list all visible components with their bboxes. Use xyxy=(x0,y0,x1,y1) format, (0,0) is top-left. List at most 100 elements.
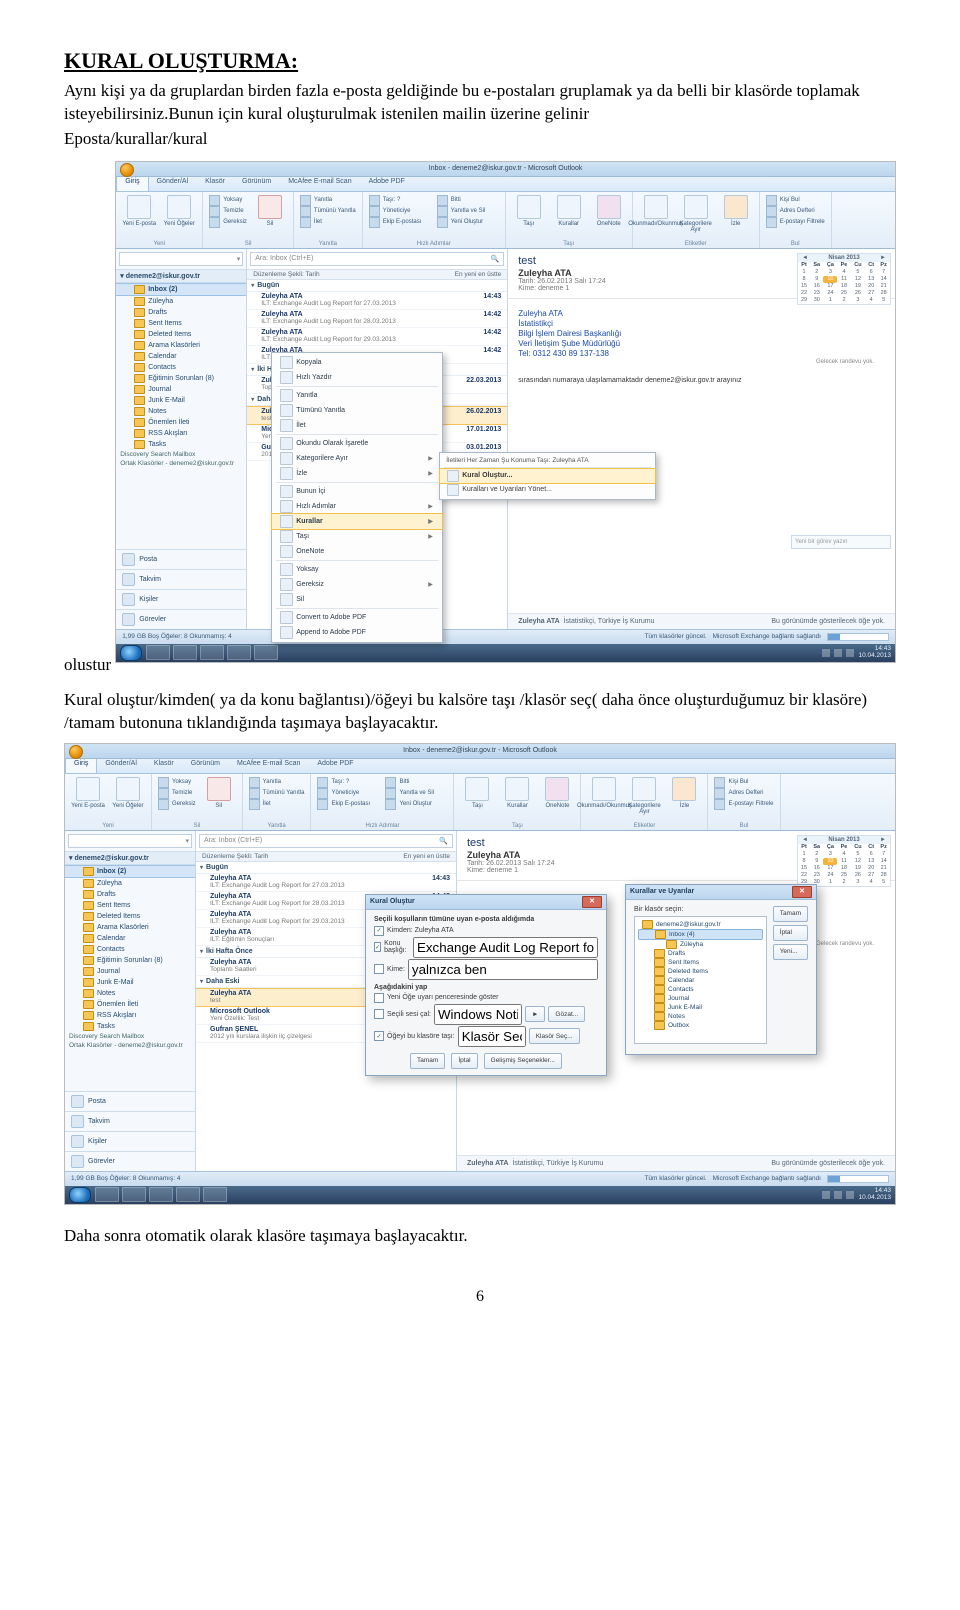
nav-folder[interactable]: Züleyha xyxy=(116,296,246,307)
folder-tree-item[interactable]: Drafts xyxy=(638,949,763,958)
message-item[interactable]: Zuleyha ATA14:43ILT: Exchange Audit Log … xyxy=(196,874,456,892)
ribbon-tab-sendreceive[interactable]: Gönder/Al xyxy=(149,177,198,191)
ribbon-junk-button[interactable]: Gereksiz xyxy=(158,799,196,810)
dialog-titlebar[interactable]: Kural Oluştur ✕ xyxy=(366,895,606,910)
system-tray[interactable]: 14:43 10.04.2013 xyxy=(822,646,891,659)
ribbon-tab-view[interactable]: Görünüm xyxy=(234,177,280,191)
nav-folder[interactable]: Calendar xyxy=(116,351,246,362)
ribbon-new-email-button[interactable]: Yeni E-posta xyxy=(122,195,156,227)
nav-folder[interactable]: Junk E-Mail xyxy=(116,395,246,406)
folder-tree-item[interactable]: deneme2@iskur.gov.tr xyxy=(638,920,763,929)
context-menu-item[interactable]: Sil xyxy=(272,592,442,607)
folder-tree-item[interactable]: Calendar xyxy=(638,976,763,985)
nav-folder[interactable]: Journal xyxy=(65,966,195,977)
quickstep-team[interactable]: Ekip E-postası xyxy=(369,217,431,228)
context-menu-item[interactable]: Hızlı Yazdır xyxy=(272,370,442,385)
ribbon-tab-view[interactable]: Görünüm xyxy=(183,759,229,773)
nav-bottom-mail[interactable]: Posta xyxy=(65,1091,195,1111)
submenu-create-rule[interactable]: Kural Oluştur... xyxy=(440,469,655,483)
rule-sound-checkbox[interactable]: Seçili sesi çal: ► Gözat... xyxy=(374,1004,598,1025)
tray-icon[interactable] xyxy=(822,649,830,657)
ribbon-tab-sendreceive[interactable]: Gönder/Al xyxy=(97,759,146,773)
context-menu-item[interactable]: Yanıtla xyxy=(272,388,442,403)
ribbon-junk-button[interactable]: Gereksiz xyxy=(209,217,247,228)
ribbon-tab-adobepdf[interactable]: Adobe PDF xyxy=(361,177,414,191)
nav-folder[interactable]: Önemlen İleti xyxy=(116,417,246,428)
new-task-input[interactable]: Yeni bir görev yazın xyxy=(791,535,891,549)
quickstep-manager[interactable]: Yöneticiye xyxy=(369,206,431,217)
nav-account[interactable]: ▾ deneme2@iskur.gov.tr xyxy=(65,851,195,865)
ribbon-tab-mcafee[interactable]: McAfee E-mail Scan xyxy=(280,177,360,191)
folder-tree-item[interactable]: Inbox (4) xyxy=(638,929,763,940)
nav-folder[interactable]: Contacts xyxy=(116,362,246,373)
ribbon-new-items-button[interactable]: Yeni Öğeler xyxy=(162,195,196,227)
nav-search[interactable]: ▾ xyxy=(68,834,192,848)
message-search-input[interactable]: Ara: Inbox (Ctrl+E)🔍 xyxy=(199,834,453,848)
message-item[interactable]: Zuleyha ATA14:42ILT: Exchange Audit Log … xyxy=(247,328,507,346)
dialog-titlebar[interactable]: Kurallar ve Uyarılar ✕ xyxy=(626,885,816,900)
rule-from-checkbox[interactable]: ✓Kimden: Zuleyha ATA xyxy=(374,926,598,936)
context-menu-item[interactable]: İlet xyxy=(272,418,442,433)
office-orb-icon[interactable] xyxy=(120,163,134,177)
dialog-close-button[interactable]: ✕ xyxy=(792,886,812,898)
rule-move-target[interactable] xyxy=(458,1026,526,1047)
rule-advanced-button[interactable]: Gelişmiş Seçenekler... xyxy=(484,1053,562,1069)
context-menu-item[interactable]: Okundu Olarak İşaretle xyxy=(272,436,442,451)
nav-folder[interactable]: Contacts xyxy=(65,944,195,955)
nav-folder[interactable]: Notes xyxy=(116,406,246,417)
ribbon-tab-folder[interactable]: Klasör xyxy=(197,177,234,191)
ribbon-forward-button[interactable]: İlet xyxy=(300,217,356,228)
message-item[interactable]: Zuleyha ATA14:43ILT: Exchange Audit Log … xyxy=(247,292,507,310)
quickstep-done[interactable]: Bitti xyxy=(437,195,499,206)
quickstep-new[interactable]: Yeni Oluştur xyxy=(437,217,499,228)
taskbar-item[interactable] xyxy=(146,645,170,660)
nav-bottom-contacts[interactable]: Kişiler xyxy=(65,1131,195,1151)
start-button[interactable] xyxy=(69,1187,91,1203)
rule-alert-checkbox[interactable]: Yeni Öğe uyarı penceresinde göster xyxy=(374,993,598,1003)
nav-folder[interactable]: Arama Klasörleri xyxy=(65,922,195,933)
folder-tree-item[interactable]: Contacts xyxy=(638,985,763,994)
nav-folder[interactable]: RSS Akışları xyxy=(65,1010,195,1021)
ribbon-replyall-button[interactable]: Tümünü Yanıtla xyxy=(300,206,356,217)
message-group-today[interactable]: Bugün xyxy=(247,280,507,292)
taskbar-item[interactable] xyxy=(173,645,197,660)
rule-move-checkbox[interactable]: ✓Öğeyi bu klasöre taşı: Klasör Seç... xyxy=(374,1026,598,1047)
context-menu-item[interactable]: Tümünü Yanıtla xyxy=(272,403,442,418)
submenu-manage-rules[interactable]: Kuralları ve Uyarıları Yönet... xyxy=(440,483,655,497)
nav-folder[interactable]: Drafts xyxy=(116,307,246,318)
nav-folder[interactable]: Sent Items xyxy=(116,318,246,329)
message-list-header[interactable]: Düzenleme Şekli: TarihEn yeni en üstte xyxy=(247,269,507,280)
folder-tree-item[interactable]: Journal xyxy=(638,994,763,1003)
nav-folder[interactable]: Drafts xyxy=(65,889,195,900)
ribbon-rules-button[interactable]: Kurallar xyxy=(552,195,586,227)
nav-folder[interactable]: Calendar xyxy=(65,933,195,944)
nav-folder[interactable]: Önemlen İleti xyxy=(65,999,195,1010)
nav-bottom-mail[interactable]: Posta xyxy=(116,549,246,569)
folder-tree-item[interactable]: Sent Items xyxy=(638,958,763,967)
nav-folder[interactable]: Notes xyxy=(65,988,195,999)
ribbon-addressbook-button[interactable]: Adres Defteri xyxy=(766,206,825,217)
rule-subject-input[interactable] xyxy=(413,937,598,958)
nav-bottom-calendar[interactable]: Takvim xyxy=(65,1111,195,1131)
nav-shared[interactable]: Ortak Klasörler - deneme2@iskur.gov.tr xyxy=(116,459,246,468)
context-menu-item[interactable]: Yoksay xyxy=(272,562,442,577)
rule-sound-input[interactable] xyxy=(434,1004,522,1025)
zoom-slider[interactable] xyxy=(827,1175,889,1183)
rule-move-browse-button[interactable]: Klasör Seç... xyxy=(529,1028,580,1044)
context-menu-item[interactable]: Gereksiz▶ xyxy=(272,577,442,592)
nav-folder[interactable]: Deleted Items xyxy=(65,911,195,922)
start-button[interactable] xyxy=(120,645,142,661)
ribbon-new-email-button[interactable]: Yeni E-posta xyxy=(71,777,105,809)
context-menu-item[interactable]: İzle▶ xyxy=(272,466,442,481)
taskbar-item[interactable] xyxy=(227,645,251,660)
rule-cancel-button[interactable]: İptal xyxy=(451,1053,477,1069)
context-menu-item[interactable]: Convert to Adobe PDF xyxy=(272,610,442,625)
rule-sound-browse-button[interactable]: Gözat... xyxy=(548,1006,585,1022)
nav-folder[interactable]: Junk E-Mail xyxy=(65,977,195,988)
ribbon-tab-folder[interactable]: Klasör xyxy=(146,759,183,773)
nav-folder[interactable]: Züleyha xyxy=(65,878,195,889)
folder-tree-item[interactable]: Outbox xyxy=(638,1021,763,1030)
context-menu-item[interactable]: Append to Adobe PDF xyxy=(272,625,442,640)
mini-calendar[interactable]: ◄Nisan 2013► PtSaÇaPeCuCtPz1234567891011… xyxy=(797,835,891,887)
ribbon-categorize-button[interactable]: Kategorilere Ayır xyxy=(679,195,713,233)
